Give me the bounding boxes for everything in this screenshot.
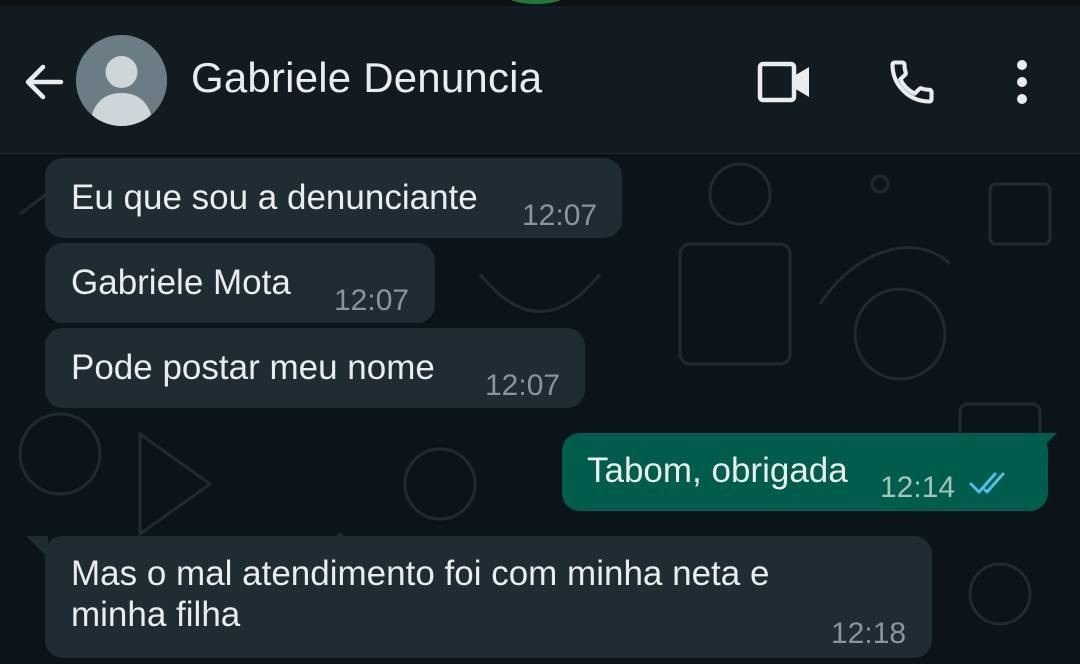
message-text-line: minha filha xyxy=(71,595,241,634)
message-list[interactable]: Eu que sou a denunciante 12:07 Gabriele … xyxy=(0,154,1080,664)
message-time: 12:07 xyxy=(522,199,598,232)
voice-call-button[interactable] xyxy=(880,50,944,114)
double-check-icon xyxy=(969,472,1005,494)
message-bubble-incoming[interactable]: Pode postar meu nome 12:07 xyxy=(45,328,585,408)
message-time: 12:14 xyxy=(880,471,956,504)
back-button[interactable] xyxy=(18,56,70,108)
avatar[interactable] xyxy=(76,35,167,126)
message-time: 12:07 xyxy=(334,284,410,317)
video-call-icon xyxy=(757,61,809,103)
phone-icon xyxy=(890,60,934,104)
message-time: 12:18 xyxy=(831,617,907,650)
message-bubble-incoming[interactable]: Mas o mal atendimento foi com minha neta… xyxy=(45,536,932,658)
status-indicator xyxy=(506,0,566,4)
message-bubble-incoming[interactable]: Gabriele Mota 12:07 xyxy=(45,243,435,323)
message-text: Pode postar meu nome xyxy=(71,348,435,387)
contact-name[interactable]: Gabriele Denuncia xyxy=(191,54,542,102)
more-options-button[interactable] xyxy=(990,50,1054,114)
message-text: Tabom, obrigada xyxy=(587,451,848,490)
message-text: Eu que sou a denunciante xyxy=(71,178,478,217)
message-bubble-incoming[interactable]: Eu que sou a denunciante 12:07 xyxy=(45,158,622,238)
message-text: Gabriele Mota xyxy=(71,263,291,302)
message-time: 12:07 xyxy=(485,369,561,402)
more-vert-icon xyxy=(1017,60,1027,104)
chat-screen: Gabriele Denuncia Eu que sou a denuncian… xyxy=(0,0,1080,664)
chat-header: Gabriele Denuncia xyxy=(0,0,1080,154)
video-call-button[interactable] xyxy=(753,50,817,114)
status-strip xyxy=(0,0,1080,6)
message-text-line: Mas o mal atendimento foi com minha neta… xyxy=(71,554,770,593)
message-bubble-outgoing[interactable]: Tabom, obrigada 12:14 xyxy=(562,433,1048,511)
arrow-back-icon xyxy=(25,64,64,100)
default-avatar-icon xyxy=(76,35,167,126)
